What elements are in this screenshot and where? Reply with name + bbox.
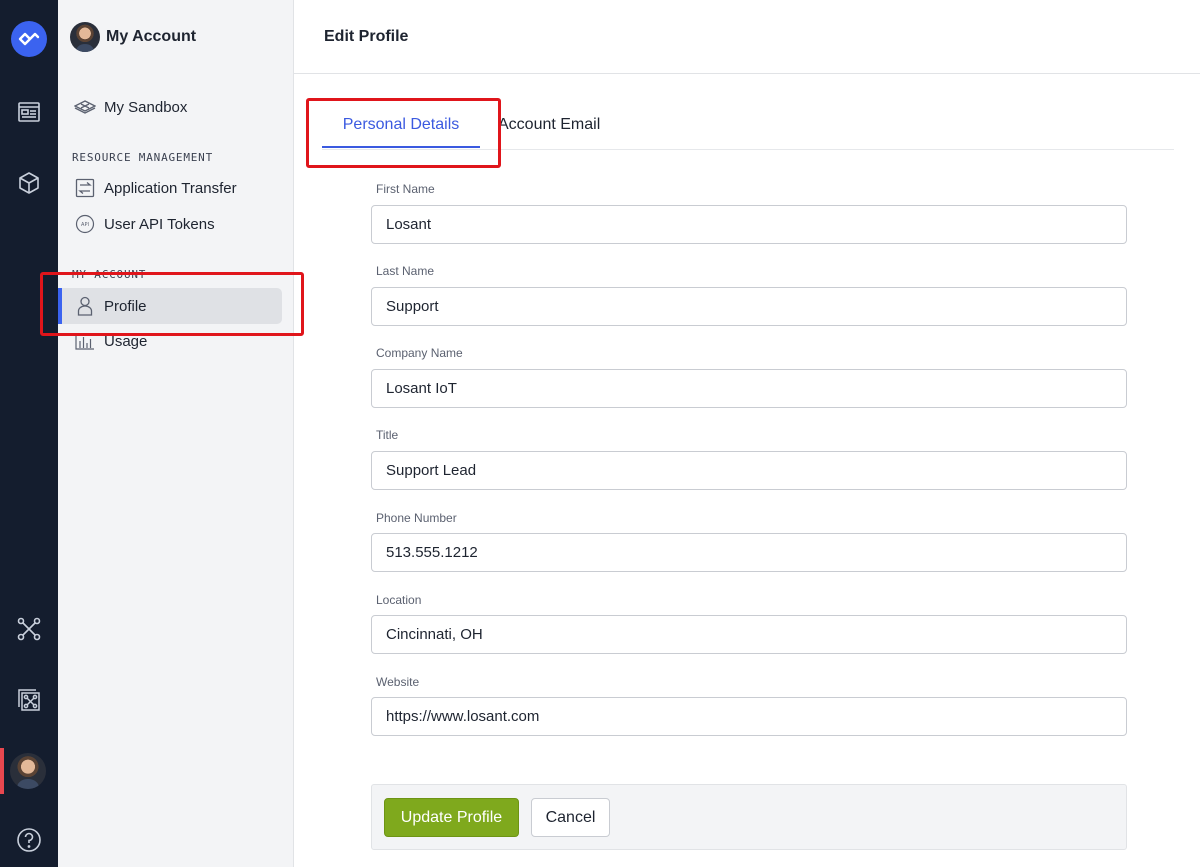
sidebar-item-application-transfer[interactable]: Application Transfer xyxy=(58,170,294,206)
nodes-grid-icon[interactable] xyxy=(0,678,58,722)
account-sidebar: My Account My Sandbox RESOURCE MANAGEMEN… xyxy=(58,0,294,867)
help-icon[interactable] xyxy=(0,818,58,862)
sidebar-item-sandbox[interactable]: My Sandbox xyxy=(58,89,294,125)
bar-chart-icon xyxy=(74,330,96,352)
account-header: My Account xyxy=(70,22,196,52)
transfer-icon xyxy=(74,177,96,199)
account-title: My Account xyxy=(106,28,197,45)
sidebar-item-label: Application Transfer xyxy=(104,179,237,197)
sidebar-item-label: My Sandbox xyxy=(104,98,188,116)
company-name-label: Company Name xyxy=(376,346,463,360)
account-section-label: MY ACCOUNT xyxy=(72,268,147,281)
avatar xyxy=(70,22,100,52)
phone-number-field[interactable] xyxy=(371,533,1127,572)
active-indicator xyxy=(0,748,4,794)
location-label: Location xyxy=(376,593,422,607)
sidebar-item-label: User API Tokens xyxy=(104,215,215,233)
profile-tabs: Personal Details Account Email xyxy=(322,100,1174,150)
cube-icon[interactable] xyxy=(0,161,58,205)
losant-logo-icon[interactable] xyxy=(0,17,58,61)
last-name-label: Last Name xyxy=(376,264,435,278)
app-rail xyxy=(0,0,58,867)
page-title: Edit Profile xyxy=(324,27,409,45)
api-token-icon: API xyxy=(74,213,96,235)
last-name-field[interactable] xyxy=(371,287,1127,326)
cancel-button[interactable]: Cancel xyxy=(531,798,610,837)
website-label: Website xyxy=(376,675,420,689)
website-field[interactable] xyxy=(371,697,1127,736)
company-name-field[interactable] xyxy=(371,369,1127,408)
location-field[interactable] xyxy=(371,615,1127,654)
svg-text:API: API xyxy=(81,222,89,228)
title-field[interactable] xyxy=(371,451,1127,490)
resource-section-label: RESOURCE MANAGEMENT xyxy=(72,151,214,164)
sidebar-item-profile[interactable]: Profile xyxy=(58,288,282,324)
tab-personal-details[interactable]: Personal Details xyxy=(322,100,480,150)
title-label: Title xyxy=(376,428,399,442)
sidebar-item-user-api-tokens[interactable]: API User API Tokens xyxy=(58,206,294,242)
first-name-label: First Name xyxy=(376,182,435,196)
avatar[interactable] xyxy=(10,753,46,789)
page-header: Edit Profile xyxy=(294,0,1200,74)
sidebar-item-usage[interactable]: Usage xyxy=(58,323,294,359)
phone-number-label: Phone Number xyxy=(376,511,457,525)
sandbox-icon xyxy=(74,96,96,118)
sidebar-item-label: Usage xyxy=(104,332,148,350)
update-profile-button[interactable]: Update Profile xyxy=(384,798,519,837)
network-icon[interactable] xyxy=(0,607,58,651)
form-actions: Update Profile Cancel xyxy=(371,784,1127,850)
first-name-field[interactable] xyxy=(371,205,1127,244)
sidebar-item-label: Profile xyxy=(104,297,147,315)
dashboard-icon[interactable] xyxy=(0,90,58,134)
rail-account[interactable] xyxy=(0,748,58,794)
user-icon xyxy=(74,295,96,317)
tab-account-email[interactable]: Account Email xyxy=(498,100,600,150)
